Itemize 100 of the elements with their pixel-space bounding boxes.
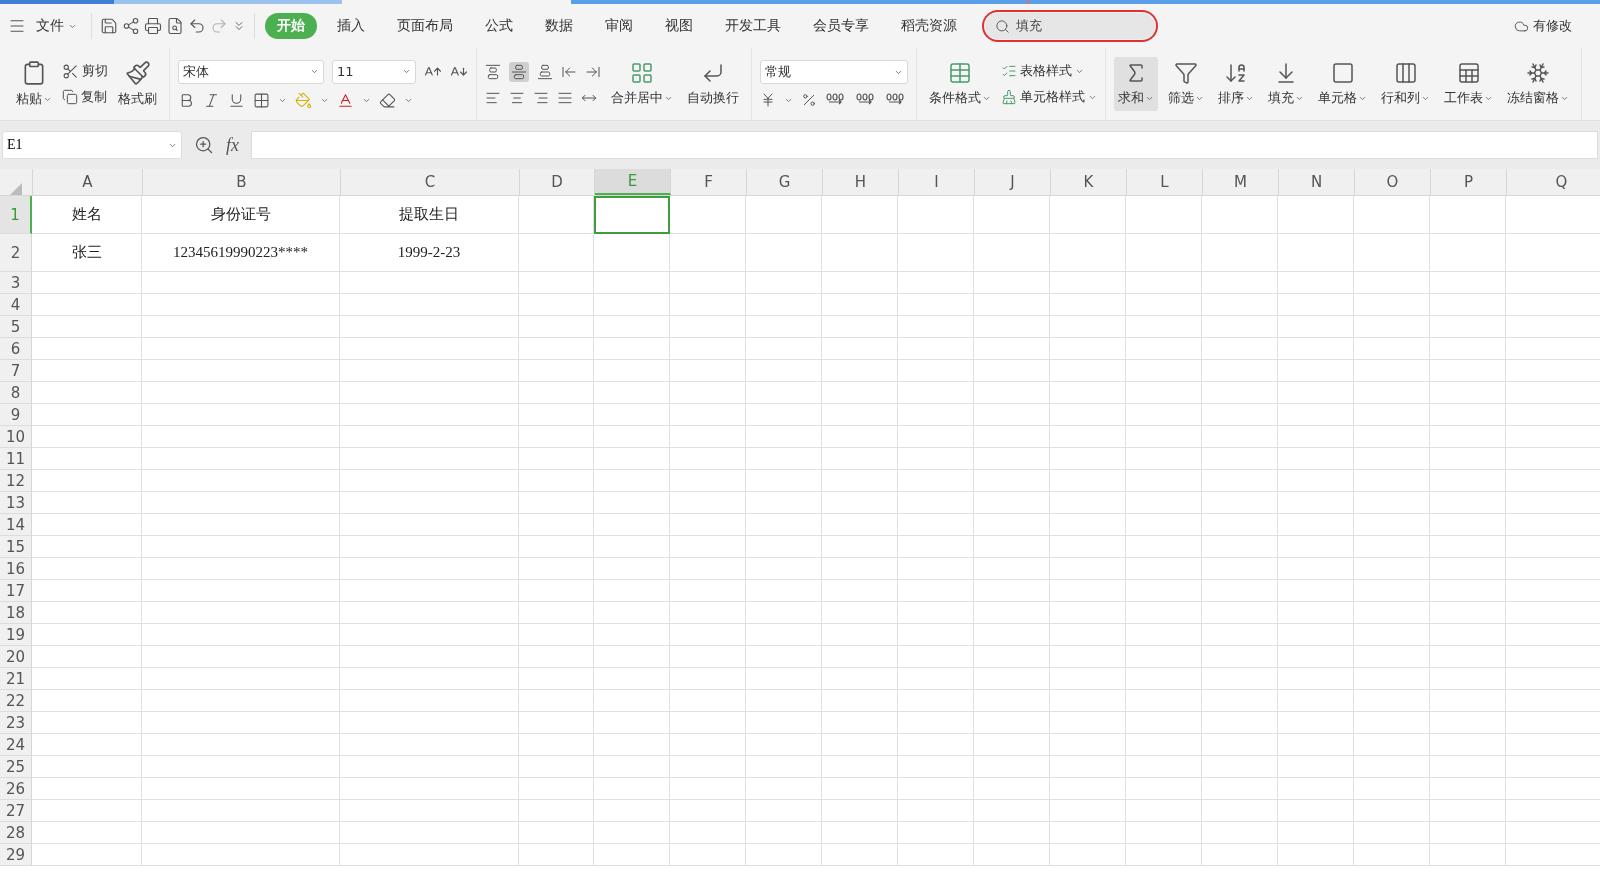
ribbon-button[interactable]: 排序 (1214, 57, 1258, 111)
italic-icon[interactable] (203, 91, 220, 109)
row-header[interactable]: 9 (0, 404, 32, 426)
row-header[interactable]: 23 (0, 712, 32, 734)
ribbon-tab[interactable]: 审阅 (593, 13, 645, 39)
column-header[interactable]: K (1051, 169, 1127, 195)
conditional-format-button[interactable]: 条件格式 (925, 57, 995, 111)
column-header[interactable]: Q (1507, 169, 1600, 195)
menu-icon[interactable] (8, 17, 26, 35)
row-header[interactable]: 6 (0, 338, 32, 360)
save-status[interactable]: 有修改 (1514, 17, 1572, 35)
ribbon-tab[interactable]: 页面布局 (385, 13, 465, 39)
function-label[interactable]: fx (226, 134, 239, 156)
row-header[interactable]: 27 (0, 800, 32, 822)
align-left-icon[interactable] (485, 90, 501, 106)
row-header[interactable]: 28 (0, 822, 32, 844)
wrap-text-button[interactable]: 自动换行 (683, 57, 743, 111)
column-header[interactable]: G (747, 169, 823, 195)
column-header[interactable]: L (1127, 169, 1203, 195)
row-header[interactable]: 3 (0, 272, 32, 294)
ribbon-tab[interactable]: 公式 (473, 13, 525, 39)
row-header[interactable]: 21 (0, 668, 32, 690)
row-header[interactable]: 4 (0, 294, 32, 316)
column-header[interactable]: M (1203, 169, 1279, 195)
row-header[interactable]: 20 (0, 646, 32, 668)
row-header[interactable]: 17 (0, 580, 32, 602)
row-header[interactable]: 2 (0, 234, 32, 272)
formula-field[interactable] (251, 131, 1598, 159)
row-header[interactable]: 22 (0, 690, 32, 712)
cut-button[interactable]: 剪切 (62, 62, 108, 80)
zoom-icon[interactable] (194, 135, 214, 155)
ribbon-button[interactable]: 工作表 (1440, 57, 1497, 111)
file-menu[interactable]: 文件 (30, 13, 83, 39)
column-header[interactable]: N (1279, 169, 1355, 195)
copy-button[interactable]: 复制 (62, 88, 108, 106)
column-header[interactable]: P (1431, 169, 1507, 195)
align-middle-button[interactable] (509, 62, 529, 82)
ribbon-tab[interactable]: 视图 (653, 13, 705, 39)
percent-icon[interactable] (801, 92, 817, 108)
align-top-icon[interactable] (485, 64, 501, 80)
column-header[interactable]: A (33, 169, 143, 195)
table-style-button[interactable]: 表格样式 (1001, 62, 1097, 80)
merge-center-button[interactable]: 合并居中 (607, 57, 677, 111)
row-header[interactable]: 14 (0, 514, 32, 536)
underline-icon[interactable] (228, 91, 245, 109)
row-header[interactable]: 19 (0, 624, 32, 646)
align-bottom-icon[interactable] (537, 64, 553, 80)
row-header[interactable]: 24 (0, 734, 32, 756)
ribbon-tab[interactable]: 开发工具 (713, 13, 793, 39)
row-header[interactable]: 10 (0, 426, 32, 448)
format-painter-button[interactable]: 格式刷 (114, 56, 161, 112)
ribbon-button[interactable]: 求和 (1114, 57, 1158, 111)
ribbon-tab[interactable]: 数据 (533, 13, 585, 39)
ribbon-button[interactable]: 冻结窗格 (1503, 57, 1573, 111)
ribbon-button[interactable]: 单元格 (1314, 57, 1371, 111)
share-icon[interactable] (122, 17, 140, 35)
outdent-icon[interactable] (561, 64, 577, 80)
row-header[interactable]: 25 (0, 756, 32, 778)
ribbon-button[interactable]: 填充 (1264, 57, 1308, 111)
row-header[interactable]: 7 (0, 360, 32, 382)
align-right-icon[interactable] (533, 90, 549, 106)
font-size-select[interactable]: 11 (332, 59, 416, 84)
row-header[interactable]: 18 (0, 602, 32, 624)
font-color-icon[interactable] (337, 91, 354, 109)
print-icon[interactable] (144, 17, 162, 35)
row-header[interactable]: 29 (0, 844, 32, 866)
font-select[interactable]: 宋体 (178, 59, 324, 84)
row-header[interactable]: 11 (0, 448, 32, 470)
ribbon-tab[interactable]: 插入 (325, 13, 377, 39)
undo-icon[interactable] (188, 17, 206, 35)
ribbon-tab[interactable]: 稻壳资源 (889, 13, 969, 39)
justify-icon[interactable] (557, 90, 573, 106)
align-center-icon[interactable] (509, 90, 525, 106)
row-header[interactable]: 13 (0, 492, 32, 514)
print-preview-icon[interactable] (166, 17, 184, 35)
row-header[interactable]: 15 (0, 536, 32, 558)
column-header[interactable]: C (341, 169, 520, 195)
cell-style-button[interactable]: 单元格样式 (1001, 88, 1097, 106)
row-header[interactable]: 12 (0, 470, 32, 492)
column-header[interactable]: H (823, 169, 899, 195)
column-header[interactable]: I (899, 169, 975, 195)
number-format-select[interactable]: 常规 (760, 60, 908, 84)
column-header[interactable]: O (1355, 169, 1431, 195)
indent-icon[interactable] (585, 64, 601, 80)
name-box[interactable]: E1 (2, 131, 182, 159)
currency-icon[interactable] (760, 92, 776, 108)
eraser-icon[interactable] (379, 91, 396, 109)
column-header[interactable]: B (143, 169, 341, 195)
border-icon[interactable] (253, 91, 270, 109)
ribbon-button[interactable]: 行和列 (1377, 57, 1434, 111)
cell-fill-icon[interactable] (295, 91, 312, 109)
ribbon-button[interactable]: 筛选 (1164, 57, 1208, 111)
active-cell[interactable] (594, 196, 670, 234)
row-header[interactable]: 8 (0, 382, 32, 404)
row-header[interactable]: 16 (0, 558, 32, 580)
save-icon[interactable] (100, 17, 118, 35)
column-header[interactable]: F (671, 169, 747, 195)
ribbon-tab[interactable]: 会员专享 (801, 13, 881, 39)
paste-button[interactable]: 粘贴 (12, 56, 56, 112)
row-header[interactable]: 26 (0, 778, 32, 800)
